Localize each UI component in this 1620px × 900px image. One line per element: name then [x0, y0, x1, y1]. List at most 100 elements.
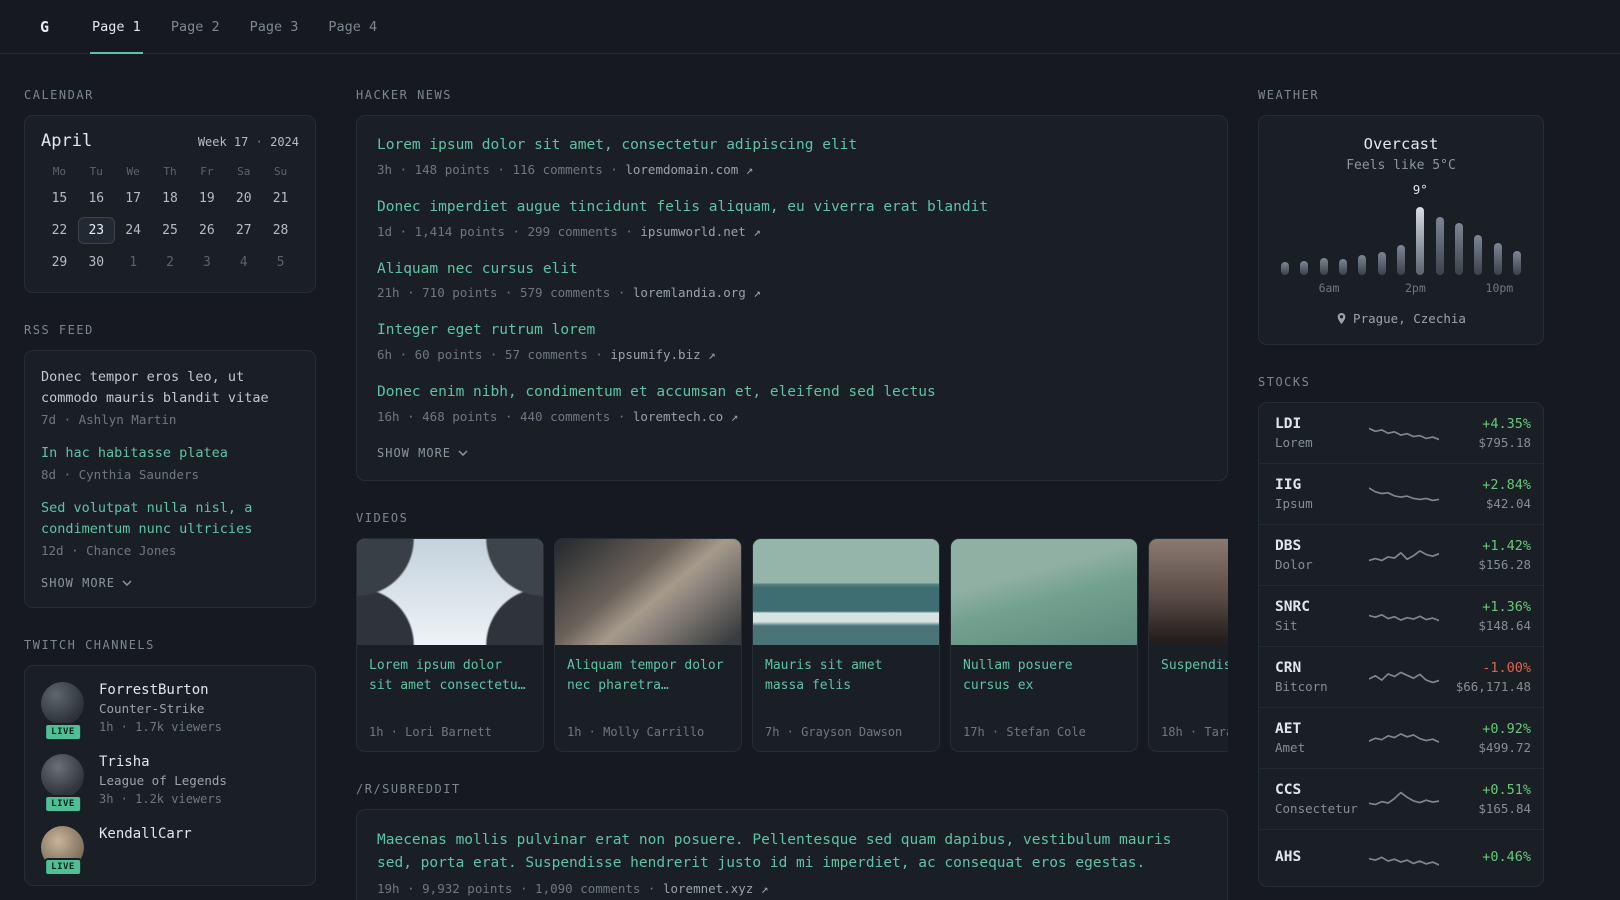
hackernews-item-domain[interactable]: loremlandia.org [633, 285, 746, 300]
twitch-channel-row[interactable]: LIVE KendallCarr [41, 825, 299, 876]
stock-sparkline [1369, 418, 1439, 448]
stock-row[interactable]: CCS Consectetur +0.51% $165.84 [1259, 768, 1543, 829]
video-title-link[interactable]: Suspendisse diam [1161, 656, 1228, 676]
stock-change: +2.84% [1482, 477, 1531, 493]
videos-row: Lorem ipsum dolor sit amet consectetu… 1… [356, 537, 1228, 752]
hackernews-item-domain[interactable]: loremtech.co [633, 409, 723, 424]
calendar-day-header: We [126, 165, 140, 178]
stock-sparkline [1369, 843, 1439, 873]
hackernews-item-domain[interactable]: ipsumworld.net [640, 224, 745, 239]
hackernews-item-stats: 3h · 148 points · 116 comments · [377, 161, 618, 177]
hackernews-item-link[interactable]: Donec enim nibh, condimentum et accumsan… [377, 382, 1207, 404]
video-card-body: Nullam posuere cursus ex 17h · Stefan Co… [951, 645, 1137, 751]
chevron-down-icon [458, 450, 468, 456]
stock-sparkline [1369, 662, 1439, 692]
calendar-day: 16 [88, 191, 105, 206]
weather-time-axis: 6am 2pm 10pm [1281, 281, 1521, 296]
rss-list: Donec tempor eros leo, ut commodo mauris… [41, 367, 299, 558]
calendar-day-header: Fr [200, 165, 214, 178]
weather-bar [1377, 251, 1386, 275]
stocks-section: STOCKS LDI Lorem +4.35% $795.18 IIG Ipsu… [1258, 375, 1544, 887]
weather-bar [1493, 243, 1502, 275]
hackernews-item-link[interactable]: Donec imperdiet augue tincidunt felis al… [377, 197, 1207, 219]
twitch-channel-row[interactable]: LIVE ForrestBurton Counter-Strike 1h · 1… [41, 681, 299, 741]
calendar-day: 1 [129, 255, 138, 270]
weather-section: WEATHER Overcast Feels like 5°C 9° 6am 2… [1258, 88, 1544, 345]
video-card: Mauris sit amet massa felis 7h · Grayson… [752, 537, 940, 752]
weather-bar-column [1435, 203, 1444, 275]
calendar-day: 24 [125, 223, 141, 238]
rss-item-meta: 12d · Chance Jones [41, 542, 177, 558]
twitch-channel-name[interactable]: Trisha [99, 754, 227, 770]
videos-section: VIDEOS Lorem ipsum dolor sit amet consec… [356, 511, 1228, 752]
hackernews-item-stats: 1d · 1,414 points · 299 comments · [377, 223, 633, 239]
twitch-channel-row[interactable]: LIVE Trisha League of Legends 3h · 1.2k … [41, 753, 299, 813]
video-card-body: Aliquam tempor dolor nec pharetra… 1h · … [555, 645, 741, 751]
stock-row[interactable]: IIG Ipsum +2.84% $42.04 [1259, 463, 1543, 524]
stock-row[interactable]: SNRC Sit +1.36% $148.64 [1259, 585, 1543, 646]
video-title-link[interactable]: Nullam posuere cursus ex [963, 656, 1125, 696]
stock-symbol: SNRC [1275, 599, 1310, 615]
weather-location: Prague, Czechia [1275, 311, 1527, 326]
stock-row[interactable]: AET Amet +0.92% $499.72 [1259, 707, 1543, 768]
hackernews-item-domain[interactable]: ipsumify.biz [610, 347, 700, 362]
twitch-channel-info: KendallCarr [99, 826, 192, 869]
nav-tab[interactable]: Page 4 [313, 0, 392, 53]
rss-item-link[interactable]: Sed volutpat nulla nisl, a condimentum n… [41, 498, 299, 540]
external-link-icon: ↗ [753, 285, 761, 301]
subreddit-post-domain[interactable]: loremnet.xyz [663, 881, 753, 896]
hackernews-item-stats: 21h · 710 points · 579 comments · [377, 285, 626, 301]
stock-identity: AET Amet [1275, 721, 1369, 755]
hackernews-item-link[interactable]: Lorem ipsum dolor sit amet, consectetur … [377, 135, 1207, 157]
hackernews-item-link[interactable]: Aliquam nec cursus elit [377, 259, 1207, 281]
hackernews-show-more-button[interactable]: SHOW MORE [377, 446, 468, 460]
calendar-day: 22 [51, 223, 68, 238]
rss-show-more-button[interactable]: SHOW MORE [41, 576, 132, 590]
video-card-body: Lorem ipsum dolor sit amet consectetu… 1… [357, 645, 543, 751]
weather-bar-column [1281, 203, 1289, 275]
twitch-channel-name[interactable]: KendallCarr [99, 826, 192, 842]
twitch-avatar-wrap: LIVE [41, 825, 85, 876]
hackernews-item-meta: 21h · 710 points · 579 comments · loreml… [377, 285, 1207, 300]
nav-tab[interactable]: Page 3 [235, 0, 314, 53]
calendar-day: 29 [51, 255, 68, 270]
stock-row[interactable]: AHS +0.46% [1259, 829, 1543, 886]
weather-bar-column [1396, 203, 1405, 275]
calendar-day: 19 [199, 191, 215, 206]
stock-row[interactable]: DBS Dolor +1.42% $156.28 [1259, 524, 1543, 585]
nav-tab-label: Page 1 [92, 18, 141, 35]
nav-tab[interactable]: Page 1 [77, 0, 156, 54]
video-thumbnail[interactable] [555, 538, 741, 645]
map-pin-icon [1337, 313, 1346, 324]
nav-tab[interactable]: Page 2 [156, 0, 235, 53]
video-title-link[interactable]: Aliquam tempor dolor nec pharetra… [567, 656, 729, 696]
external-link-icon: ↗ [730, 408, 739, 424]
stock-identity: DBS Dolor [1275, 538, 1369, 572]
video-meta: 1h · Lori Barnett [369, 724, 492, 739]
stock-name: Consectetur [1275, 801, 1358, 816]
video-title-link[interactable]: Mauris sit amet massa felis [765, 656, 927, 696]
stock-row[interactable]: LDI Lorem +4.35% $795.18 [1259, 403, 1543, 463]
video-thumbnail[interactable] [951, 538, 1137, 645]
twitch-avatar-wrap: LIVE [41, 753, 85, 813]
video-thumbnail[interactable] [753, 538, 939, 645]
stock-symbol: AHS [1275, 848, 1302, 865]
video-title-link[interactable]: Lorem ipsum dolor sit amet consectetu… [369, 656, 531, 696]
subreddit-post-link[interactable]: Maecenas mollis pulvinar erat non posuer… [377, 829, 1207, 876]
rss-item-link[interactable]: In hac habitasse platea [41, 443, 299, 464]
video-thumbnail[interactable] [357, 538, 543, 645]
stock-price: $148.64 [1478, 618, 1531, 633]
twitch-channel-name[interactable]: ForrestBurton [99, 682, 222, 698]
hackernews-item-domain[interactable]: loremdomain.com [625, 162, 738, 177]
weather-bar [1338, 259, 1347, 275]
calendar-day: 17 [125, 191, 141, 206]
hackernews-item-meta: 1d · 1,414 points · 299 comments · ipsum… [377, 224, 1207, 239]
middle-column: HACKER NEWS Lorem ipsum dolor sit amet, … [356, 88, 1228, 900]
weather-hourly-bars: 9° [1281, 182, 1521, 275]
stock-row[interactable]: CRN Bitcorn -1.00% $66,171.48 [1259, 646, 1543, 707]
rss-item-link[interactable]: Donec tempor eros leo, ut commodo mauris… [41, 367, 299, 409]
live-badge: LIVE [44, 794, 82, 813]
video-thumbnail[interactable] [1149, 538, 1228, 645]
hackernews-item-link[interactable]: Integer eget rutrum lorem [377, 320, 1207, 342]
subreddit-widget: Maecenas mollis pulvinar erat non posuer… [356, 808, 1228, 900]
